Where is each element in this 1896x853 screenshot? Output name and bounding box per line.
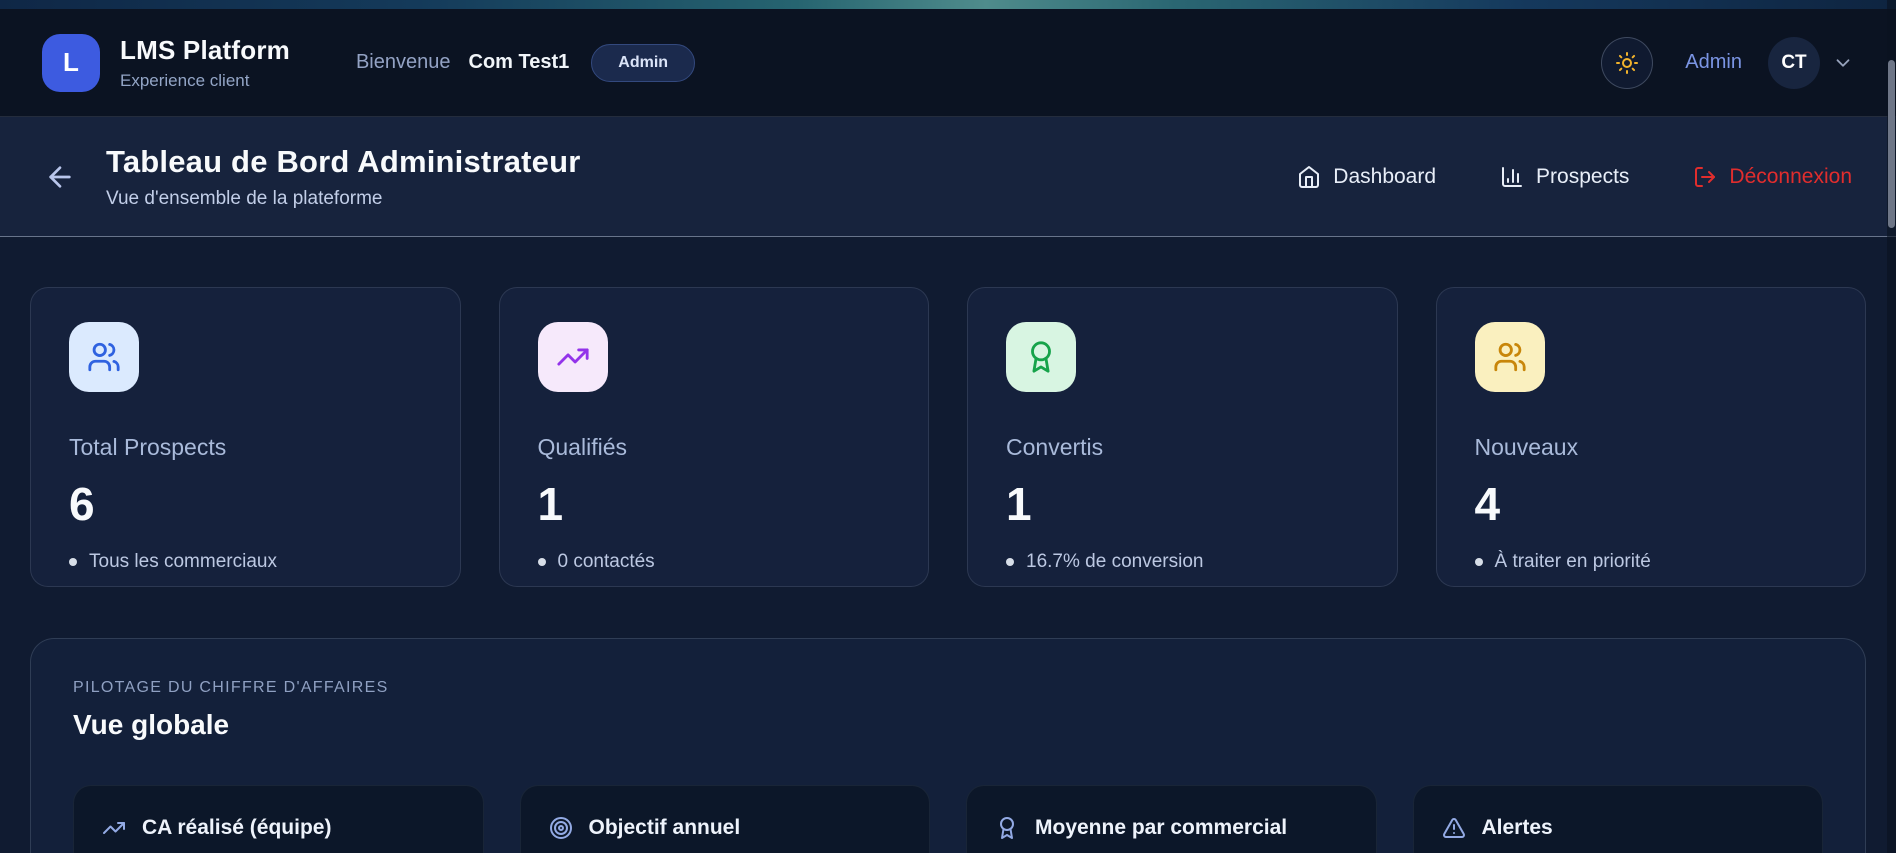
pilotage-panel: PILOTAGE DU CHIFFRE D'AFFAIRES Vue globa… [30, 638, 1866, 853]
kpi-label: Moyenne par commercial [1035, 816, 1288, 839]
brand-name: LMS Platform [120, 34, 290, 65]
top-nav: Dashboard Prospects Déconnexion [1297, 165, 1852, 189]
kpi-card-objectif-annuel: Objectif annuel [519, 785, 930, 853]
stat-label: Total Prospects [69, 434, 227, 460]
award-icon [995, 816, 1019, 840]
stat-value: 1 [1006, 478, 1032, 530]
kpi-card-moyenne-commercial: Moyenne par commercial [966, 785, 1377, 853]
stat-note: 0 contactés [537, 551, 891, 573]
scrollbar-thumb[interactable] [1888, 60, 1895, 228]
kpi-label: Objectif annuel [588, 816, 741, 839]
stat-card-convertis: Convertis 1 16.7% de conversion [967, 287, 1398, 587]
stat-value: 6 [69, 478, 95, 530]
stat-card-nouveaux: Nouveaux 4 À traiter en priorité [1435, 287, 1866, 587]
app-header: L LMS Platform Experience client Bienven… [0, 9, 1896, 117]
sun-icon [1615, 51, 1639, 75]
bullet-dot [1474, 558, 1483, 566]
admin-menu-link[interactable]: Admin [1685, 51, 1742, 74]
top-gradient-strip [0, 0, 1896, 9]
brand-logo-letter: L [63, 47, 79, 77]
stat-card-qualifies: Qualifiés 1 0 contactés [498, 287, 929, 587]
kpi-grid: CA réalisé (équipe) Objectif annuel Moye… [73, 785, 1823, 853]
panel-kicker: PILOTAGE DU CHIFFRE D'AFFAIRES [73, 679, 389, 696]
stat-note: Tous les commerciaux [69, 551, 422, 573]
stat-note-text: 0 contactés [557, 551, 655, 572]
stat-label: Convertis [1006, 434, 1104, 460]
stat-value: 4 [1474, 478, 1501, 530]
trending-up-icon [102, 816, 126, 840]
bullet-dot [1006, 558, 1014, 566]
log-out-icon [1693, 165, 1717, 189]
alert-triangle-icon [1442, 816, 1466, 840]
stat-note-text: À traiter en priorité [1494, 551, 1651, 572]
stat-value: 1 [537, 478, 564, 530]
trending-up-icon [537, 322, 608, 392]
bar-chart-icon [1500, 165, 1524, 189]
chevron-down-icon[interactable] [1832, 52, 1854, 74]
users-icon [1474, 322, 1545, 392]
brand-logo: L [42, 33, 100, 92]
bullet-dot [69, 558, 77, 566]
stat-label: Nouveaux [1474, 434, 1579, 460]
logout-button[interactable]: Déconnexion [1693, 165, 1852, 189]
page-title: Tableau de Bord Administrateur [106, 143, 581, 179]
nav-prospects[interactable]: Prospects [1500, 165, 1629, 189]
home-icon [1297, 165, 1321, 189]
page-subtitle: Vue d'ensemble de la plateforme [106, 187, 383, 209]
award-icon [1006, 322, 1076, 392]
panel-heading: Vue globale [73, 709, 230, 740]
kpi-card-ca-realise: CA réalisé (équipe) [73, 785, 484, 853]
kpi-label: Alertes [1481, 816, 1553, 839]
stat-note: À traiter en priorité [1474, 551, 1828, 573]
kpi-label: CA réalisé (équipe) [142, 816, 332, 839]
stat-note-text: Tous les commerciaux [89, 551, 277, 572]
nav-dashboard-label: Dashboard [1333, 164, 1437, 188]
theme-toggle-button[interactable] [1601, 36, 1654, 89]
bullet-dot [537, 558, 546, 566]
current-user-name: Com Test1 [468, 51, 570, 73]
stat-label: Qualifiés [537, 434, 627, 460]
users-icon [69, 322, 139, 392]
avatar-initials: CT [1781, 51, 1807, 73]
kpi-card-alertes: Alertes [1412, 785, 1823, 853]
main-content: Total Prospects 6 Tous les commerciaux Q… [0, 237, 1896, 853]
nav-dashboard[interactable]: Dashboard [1297, 165, 1436, 189]
nav-prospects-label: Prospects [1536, 164, 1630, 188]
welcome-text: Bienvenue [355, 51, 451, 73]
stat-card-total-prospects: Total Prospects 6 Tous les commerciaux [30, 287, 461, 587]
back-arrow-icon[interactable] [44, 161, 76, 193]
logout-label: Déconnexion [1729, 164, 1852, 188]
role-badge: Admin [591, 43, 696, 82]
title-bar: Tableau de Bord Administrateur Vue d'ens… [0, 117, 1896, 237]
stats-grid: Total Prospects 6 Tous les commerciaux Q… [30, 287, 1866, 587]
scrollbar [1887, 0, 1896, 853]
brand-tagline: Experience client [120, 70, 250, 90]
stat-note-text: 16.7% de conversion [1026, 551, 1204, 572]
target-icon [549, 816, 573, 840]
avatar[interactable]: CT [1768, 36, 1820, 89]
stat-note: 16.7% de conversion [1006, 551, 1359, 573]
